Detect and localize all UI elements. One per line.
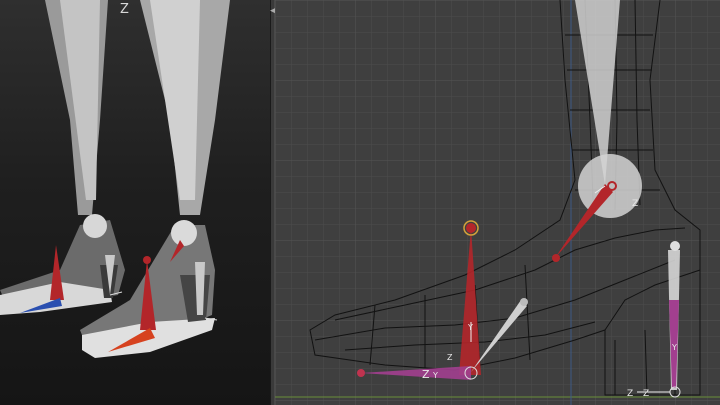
toe-z-label: Z (422, 368, 430, 381)
right-leg-bone (150, 0, 200, 200)
ankle-z-label: Z (632, 199, 638, 209)
app-root: Z ◀▶ (0, 0, 720, 405)
axis-gizmo-icon[interactable]: Z (120, 2, 129, 17)
foot-bone-tip[interactable] (520, 298, 528, 306)
left-ankle-joint[interactable] (83, 214, 107, 238)
right-heel-bone-tip[interactable] (143, 256, 151, 264)
ankle-bone-tail[interactable] (552, 254, 560, 262)
perspective-scene (0, 0, 230, 358)
grid-lines (275, 0, 720, 405)
toe-bone-tail[interactable] (357, 369, 365, 377)
toe-y-label: Y (432, 371, 438, 380)
heel-z-label: Z (627, 389, 633, 399)
ortho-scene: Z Z Y Y Z Z Z Y (275, 0, 720, 405)
toe-bone-y-label: Y (467, 323, 473, 332)
heel-bone-head-fill (466, 223, 476, 233)
heel-z2-label: Z (643, 389, 649, 399)
heel-back-bone-head[interactable] (670, 241, 680, 251)
toe-bone-z-label: Z (447, 353, 453, 362)
perspective-viewport[interactable]: Z (0, 0, 270, 405)
heel-y-label: Y (671, 343, 677, 352)
orthographic-viewport[interactable]: Z Z Y Y Z Z Z Y (275, 0, 720, 405)
right-ankle-joint[interactable] (171, 220, 197, 246)
